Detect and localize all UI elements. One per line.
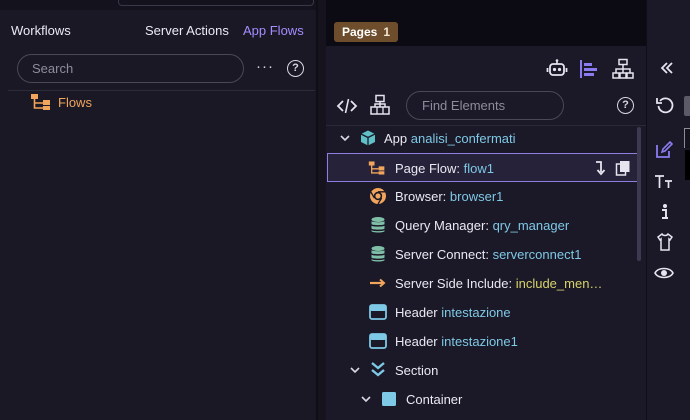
database-icon (371, 246, 385, 262)
tree-item-text: App analisi_confermati (384, 131, 516, 146)
panel-divider (316, 0, 318, 420)
tree-item-container[interactable]: Container (326, 385, 638, 414)
flow-icon (31, 94, 50, 110)
workflows-help-button[interactable]: ? (287, 60, 304, 77)
tree-item-key: Browser: (395, 189, 447, 204)
tab-server-actions[interactable]: Server Actions (145, 23, 229, 38)
tree-scrollbar-thumb[interactable] (637, 127, 641, 261)
offscreen-panel-edge (684, 96, 690, 116)
cube-icon (360, 130, 376, 146)
header-icon (369, 304, 387, 320)
property-tabs (647, 126, 690, 420)
tree-item-text: Server Connect: serverconnect1 (395, 247, 581, 262)
component-tree-icon[interactable] (369, 94, 391, 116)
tree-item-text: Browser: browser1 (395, 189, 503, 204)
shirt-icon[interactable] (655, 232, 675, 252)
double-chevron-left-icon[interactable] (657, 58, 677, 78)
tree-item-key: Header (395, 334, 438, 349)
tree-item-server-side-include[interactable]: Server Side Include: include_men… (326, 269, 638, 298)
tree-item-value: qry_manager (492, 218, 570, 233)
sitemap-icon[interactable] (612, 58, 634, 80)
tree-item-value: analisi_confermati (410, 131, 516, 146)
tree-item-page-flow[interactable]: Page Flow: flow1 (327, 153, 638, 182)
tree-item-key: App (384, 131, 408, 146)
eye-icon[interactable] (654, 263, 674, 283)
tree-item-text: Section (395, 363, 438, 378)
edit-icon[interactable] (654, 140, 674, 160)
tree-item-text: Page Flow: flow1 (395, 161, 494, 176)
top-strip-tab (118, 0, 314, 6)
pages-panel: Pages1 ? A (326, 0, 690, 420)
properties-panel (646, 0, 690, 420)
tree-item-value: include_men… (515, 276, 603, 291)
tree-item-text: Query Manager: qry_manager (395, 218, 569, 233)
tree-item-value: browser1 (449, 189, 504, 204)
tree-item-value: serverconnect1 (492, 247, 582, 262)
tree-item-key: Section (395, 363, 439, 378)
pages-tab-bar: Pages 1 (326, 0, 690, 46)
info-icon[interactable] (655, 202, 675, 222)
tree-item-key: Server Side Include: (395, 276, 513, 291)
tree-item-value: flow1 (463, 161, 495, 176)
tree-item-server-connect[interactable]: Server Connect: serverconnect1 (326, 240, 638, 269)
tree-item-browser[interactable]: Browser: browser1 (326, 182, 638, 211)
pages-tab-count: 1 (383, 25, 391, 39)
tree-item-key: Query Manager: (395, 218, 489, 233)
chevron-down-icon[interactable] (339, 132, 351, 144)
tree-item-text: Header intestazione (395, 305, 511, 320)
refresh-icon[interactable] (655, 95, 675, 115)
copy-icon[interactable] (615, 160, 631, 176)
top-strip (0, 0, 318, 10)
workflows-more-button[interactable]: ··· (256, 58, 274, 78)
workflows-search-input[interactable] (17, 54, 244, 83)
container-icon (382, 392, 396, 406)
robot-icon[interactable] (546, 58, 568, 80)
tree-item-header[interactable]: Header intestazione1 (326, 327, 638, 356)
tree-item-key: Container (406, 392, 463, 407)
tree-item-app[interactable]: App analisi_confermati (326, 124, 638, 153)
tree-item-text: Server Side Include: include_men… (395, 276, 602, 291)
pages-help-button[interactable]: ? (617, 97, 634, 114)
code-icon[interactable] (336, 95, 358, 117)
workflows-divider (8, 90, 315, 91)
align-left-icon[interactable] (578, 58, 600, 80)
chevron-down-icon[interactable] (349, 364, 361, 376)
offscreen-panel-edge (684, 128, 690, 148)
workflows-header: Workflows Server Actions App Flows (0, 18, 318, 44)
move-down-icon[interactable] (592, 160, 608, 176)
pages-tab-label: Pages (342, 25, 378, 39)
header-icon (369, 333, 387, 349)
tree-item-key: Header (395, 305, 438, 320)
find-elements-input[interactable] (406, 91, 564, 120)
tree-item-header[interactable]: Header intestazione (326, 298, 638, 327)
tree-item-text: Header intestazione1 (395, 334, 518, 349)
workflows-title: Workflows (11, 23, 71, 38)
tree-item-key: Server Connect: (395, 247, 489, 262)
tab-pages[interactable]: Pages 1 (334, 22, 399, 42)
tree-item-value: intestazione (441, 305, 511, 320)
flow-icon (368, 161, 385, 175)
tree-item-section[interactable]: Section (326, 356, 638, 385)
tree-item-query-manager[interactable]: Query Manager: qry_manager (326, 211, 638, 240)
workflow-tree-label: Flows (58, 95, 92, 110)
offscreen-panel-edge (685, 150, 690, 180)
database-icon (371, 217, 385, 233)
workflows-panel: Workflows Server Actions App Flows ··· ?… (0, 0, 318, 420)
tree-item-value: intestazione1 (441, 334, 518, 349)
chrome-icon (370, 188, 386, 205)
arrow-right-icon (370, 278, 386, 288)
tab-app-flows[interactable]: App Flows (243, 23, 304, 38)
tree-item-text: Container (406, 392, 462, 407)
tree-item-key: Page Flow: (395, 161, 461, 176)
typography-icon[interactable] (654, 172, 674, 192)
section-icon (371, 362, 385, 377)
chevron-down-icon[interactable] (360, 393, 372, 405)
